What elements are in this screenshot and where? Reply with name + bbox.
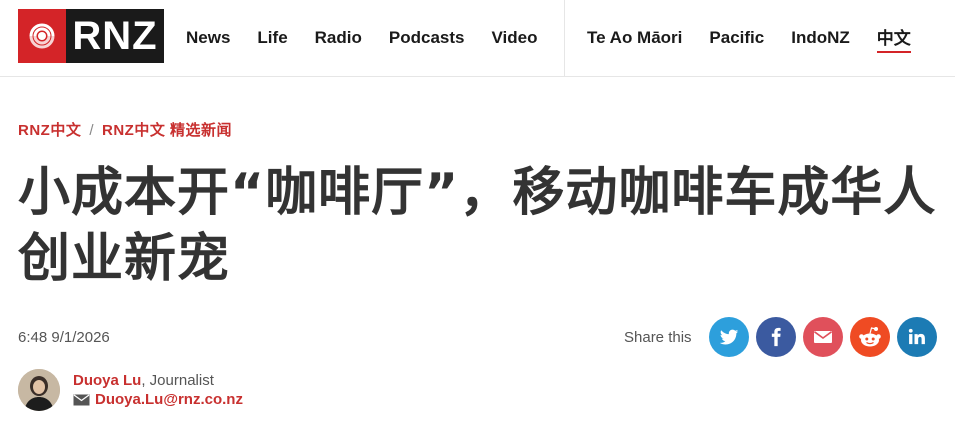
reddit-icon [858,327,881,347]
logo-text: RNZ [66,9,164,63]
nav-item-pacific[interactable]: Pacific [709,28,764,48]
envelope-icon [73,393,90,405]
nav-item-life[interactable]: Life [257,28,287,48]
author-details: Duoya Lu, Journalist Duoya.Lu@rnz.co.nz [73,372,243,408]
rnz-logo[interactable]: RNZ [18,9,164,63]
breadcrumb: RNZ中文 / RNZ中文 精选新闻 [18,119,232,140]
author-avatar[interactable] [18,369,60,411]
author-name-link[interactable]: Duoya Lu [73,372,141,389]
share-linkedin-button[interactable] [896,317,937,357]
nav-item-te-ao-maori[interactable]: Te Ao Māori [587,28,682,48]
main-nav: News Life Radio Podcasts Video [186,0,564,76]
language-nav: Te Ao Māori Pacific IndoNZ 中文 [587,0,938,76]
author-role: , Journalist [141,372,214,389]
share-email-button[interactable] [802,317,843,357]
nav-item-indonz[interactable]: IndoNZ [791,28,850,48]
nav-item-news[interactable]: News [186,28,230,48]
article-headline: 小成本开“咖啡厅”，移动咖啡车成华人创业新宠 [18,163,937,289]
nav-divider [564,0,565,76]
article-timestamp: 6:48 9/1/2026 [18,329,110,346]
breadcrumb-separator: / [89,122,94,139]
share-bar: Share this [624,317,937,357]
nav-item-chinese[interactable]: 中文 [876,24,911,53]
share-reddit-button[interactable] [849,317,890,357]
email-icon [813,331,832,343]
rnz-logo-mark-icon [18,9,66,63]
author-byline: Duoya Lu, Journalist Duoya.Lu@rnz.co.nz [18,369,243,411]
share-facebook-button[interactable] [755,317,796,357]
nav-item-radio[interactable]: Radio [315,28,362,48]
author-line: Duoya Lu, Journalist [73,372,243,389]
author-photo-icon [18,369,60,411]
author-email-link[interactable]: Duoya.Lu@rnz.co.nz [95,391,243,408]
nav-item-video[interactable]: Video [491,28,537,48]
breadcrumb-item-rnz-chinese[interactable]: RNZ中文 [18,122,81,139]
breadcrumb-item-featured-news[interactable]: RNZ中文 精选新闻 [102,122,232,139]
twitter-icon [719,329,738,345]
nav-item-podcasts[interactable]: Podcasts [389,28,465,48]
linkedin-icon [908,328,925,345]
share-label: Share this [624,328,692,346]
share-twitter-button[interactable] [708,317,749,357]
facebook-icon [771,327,781,347]
author-email-line: Duoya.Lu@rnz.co.nz [73,391,243,408]
site-header: RNZ News Life Radio Podcasts Video Te Ao… [0,0,955,77]
